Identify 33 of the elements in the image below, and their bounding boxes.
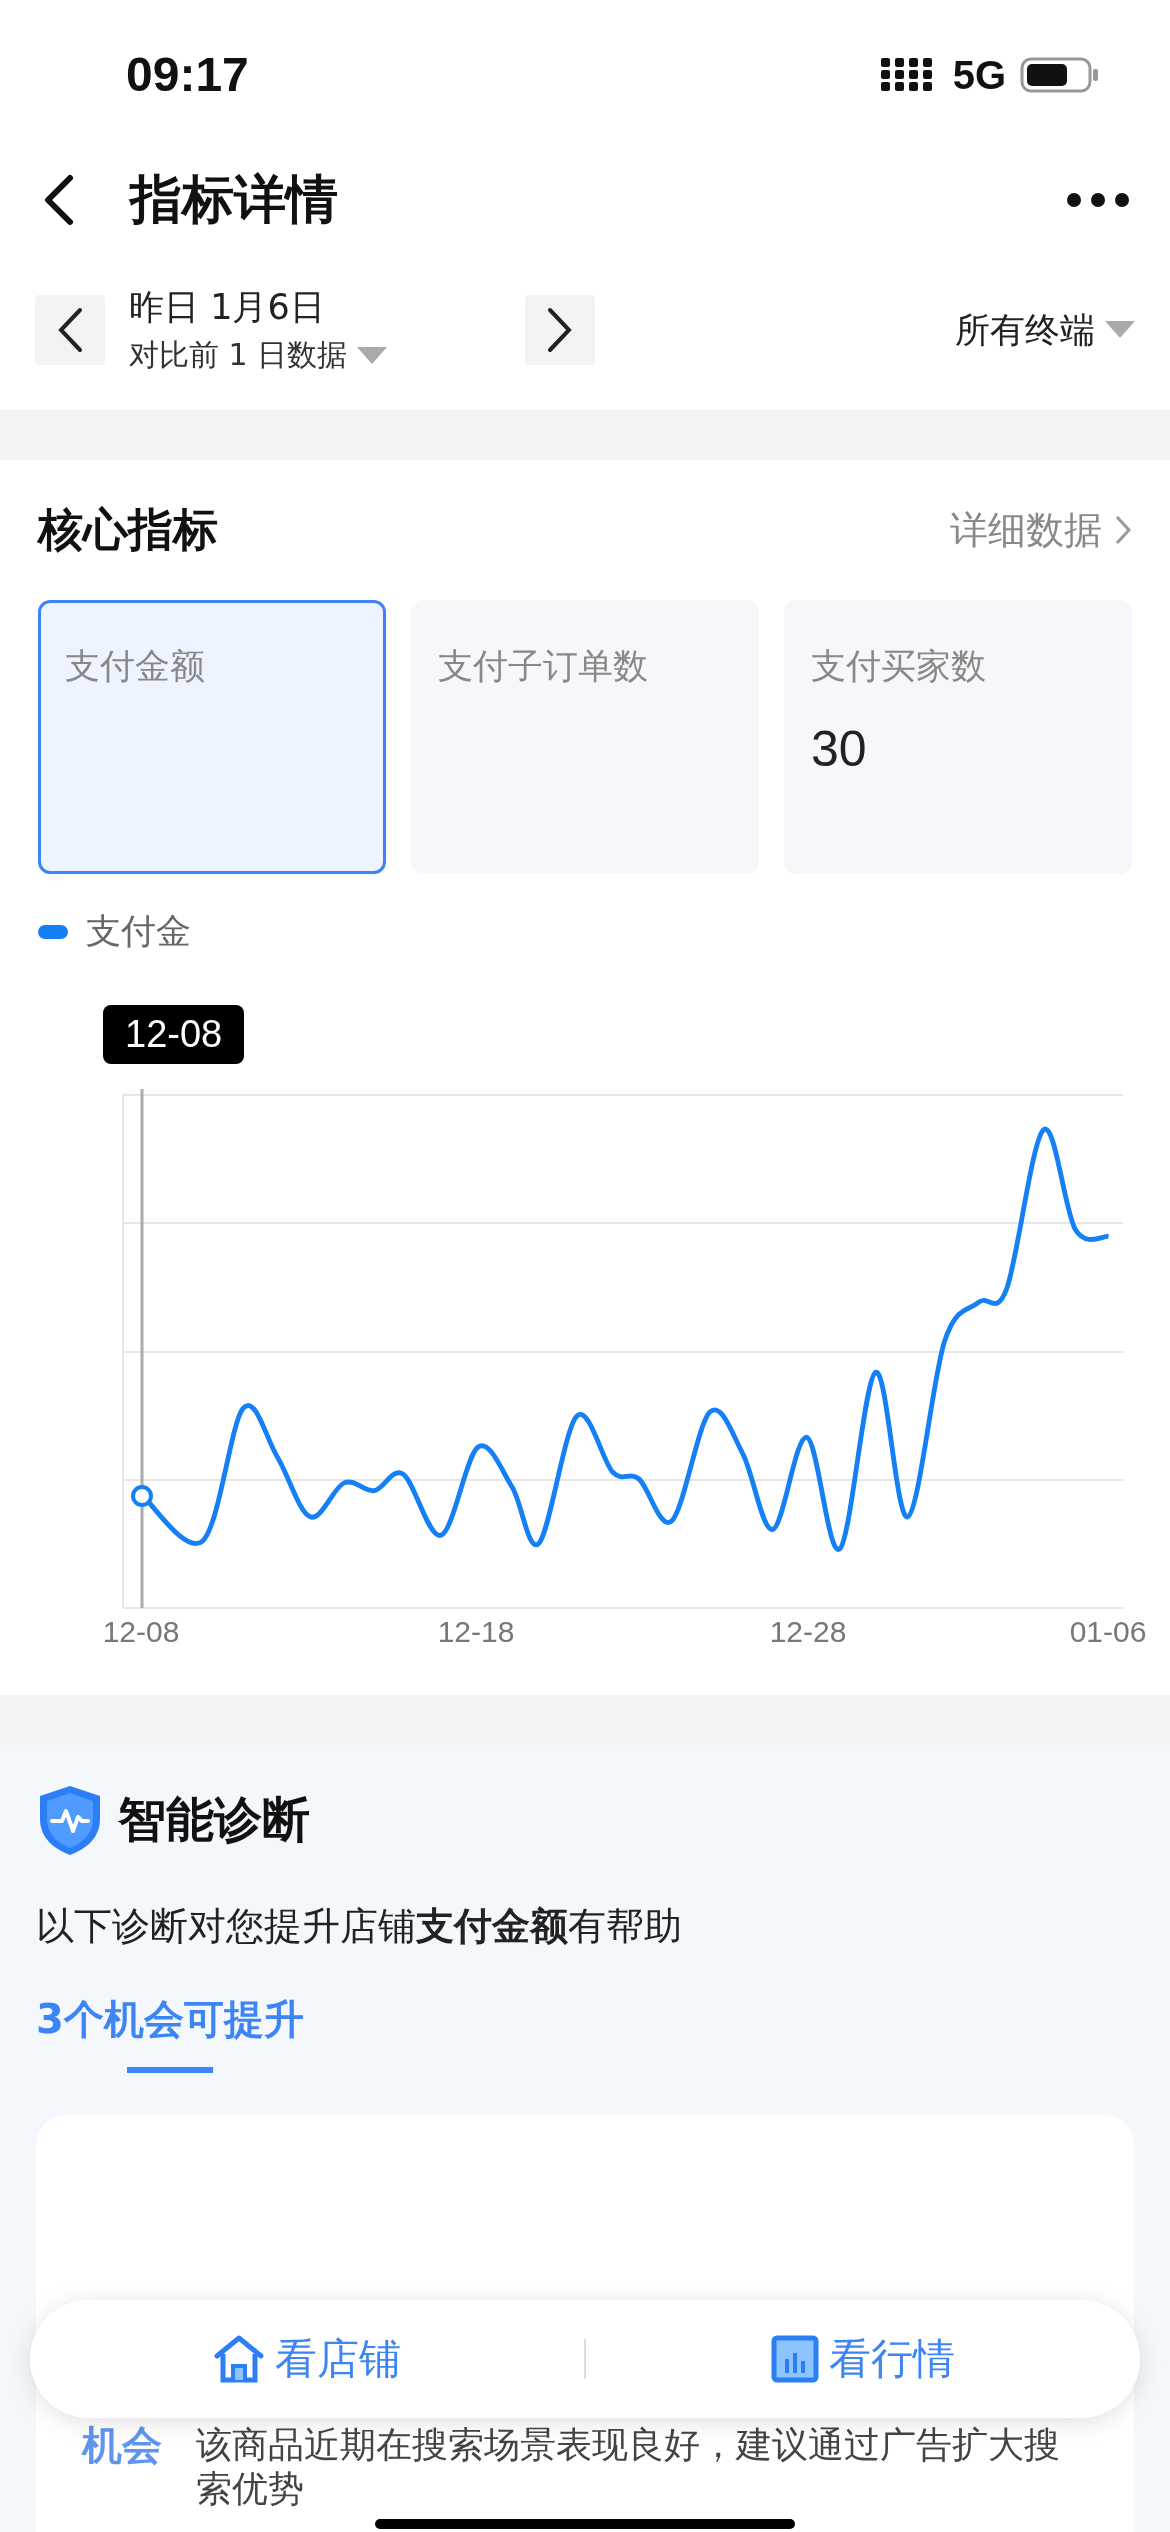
- detail-data-link[interactable]: 详细数据: [950, 504, 1102, 556]
- axis-label: 01-06: [1069, 1615, 1147, 1649]
- view-market-button[interactable]: 看行情: [829, 2331, 955, 2387]
- legend-marker: [38, 924, 68, 939]
- more-icon[interactable]: [1066, 190, 1130, 210]
- metric-card[interactable]: 支付子订单数: [411, 600, 759, 874]
- page-title: 指标详情: [130, 168, 339, 231]
- chevron-left-icon[interactable]: [56, 307, 84, 353]
- opportunity-text: 该商品近期在搜索场景表现良好，建议通过广告扩大搜索优势: [196, 2423, 1061, 2511]
- section-title: 智能诊断: [118, 1790, 310, 1849]
- metric-card[interactable]: 支付金额: [38, 600, 386, 874]
- metric-card[interactable]: 支付买家数 30: [784, 600, 1132, 874]
- section-title: 核心指标: [38, 502, 218, 558]
- data-point: [131, 1485, 153, 1507]
- axis-label: 12-08: [102, 1615, 180, 1649]
- house-icon[interactable]: [213, 2334, 265, 2384]
- axis-label: 12-18: [437, 1615, 515, 1649]
- axis-label: 12-28: [769, 1615, 847, 1649]
- opportunity-tag: 机会: [82, 2423, 162, 2511]
- date-label: 昨日 1月6日: [129, 286, 326, 329]
- compare-selector[interactable]: 对比前 1 日数据: [129, 335, 348, 376]
- chart-tooltip: 12-08: [103, 1005, 245, 1064]
- battery-icon: [1020, 57, 1100, 93]
- next-day-button[interactable]: [525, 295, 595, 365]
- network-label: 5G: [952, 52, 1006, 98]
- view-store-button[interactable]: 看店铺: [275, 2331, 401, 2387]
- diagnosis-summary: 以下诊断对您提升店铺支付金额有帮助: [36, 1903, 683, 1950]
- chevron-right-icon[interactable]: [546, 307, 574, 353]
- legend-label: 支付金: [86, 910, 191, 953]
- status-time: 09:17: [126, 46, 249, 102]
- bar-chart-icon[interactable]: [771, 2335, 819, 2383]
- terminal-selector[interactable]: 所有终端: [955, 306, 1095, 354]
- previous-day-button[interactable]: [35, 295, 105, 365]
